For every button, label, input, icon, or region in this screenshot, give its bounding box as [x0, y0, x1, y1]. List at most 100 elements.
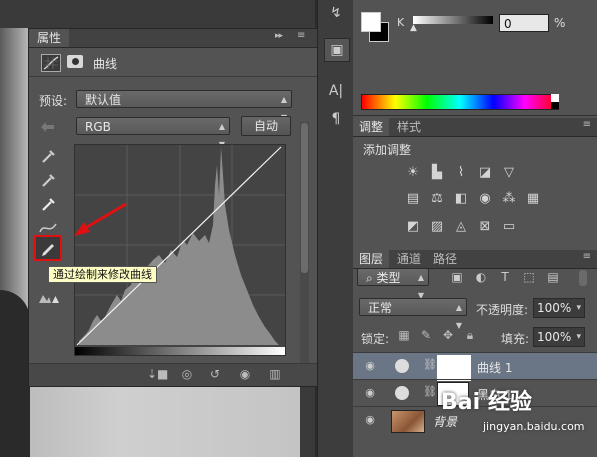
search-icon: ⌕	[366, 271, 377, 285]
link-icon[interactable]: ⛓	[423, 385, 437, 398]
gradient-map-icon[interactable]: ▭	[501, 219, 517, 235]
opacity-label: 不透明度:	[476, 303, 529, 317]
curves-graph[interactable]	[74, 144, 286, 356]
black-eyedropper-icon[interactable]	[37, 145, 59, 167]
panel-icon-strip: ↯ ▣ A| ¶	[317, 0, 354, 457]
exposure-icon[interactable]: ◪	[477, 165, 493, 181]
brightness-icon[interactable]: ☀	[405, 165, 421, 181]
gray-eyedropper-icon[interactable]	[37, 169, 59, 191]
properties-tabbar: 属性 ▸▸ ≡	[29, 29, 317, 48]
tab-paths[interactable]: 路径	[427, 250, 463, 268]
view-previous-icon[interactable]: ◎	[177, 367, 197, 383]
k-slider[interactable]	[413, 16, 493, 24]
levels-icon[interactable]: ▙	[429, 165, 445, 181]
tab-properties[interactable]: 属性	[29, 29, 70, 47]
lock-pixels-icon[interactable]: ✎	[419, 328, 433, 344]
posterize-icon[interactable]: ▨	[429, 219, 445, 235]
spectrum-white[interactable]	[551, 94, 559, 102]
fill-label: 填充:	[501, 332, 530, 346]
filter-pixel-icon[interactable]: ▣	[449, 270, 465, 286]
spectrum-black[interactable]	[551, 102, 559, 109]
hue-saturation-icon[interactable]: ▤	[405, 191, 421, 207]
layer-thumbnail[interactable]	[391, 410, 425, 433]
tab-styles[interactable]: 样式	[391, 118, 427, 136]
properties-header: 曲线	[29, 48, 317, 77]
collapse-icon[interactable]: ▸▸	[275, 31, 283, 41]
filter-toggle[interactable]	[579, 270, 587, 286]
trash-icon[interactable]: ▥	[265, 367, 285, 383]
clipping-warning-icon[interactable]	[37, 287, 59, 309]
tooltip: 通过绘制来修改曲线	[48, 266, 157, 283]
channel-select[interactable]: RGB ▲▼	[76, 117, 230, 149]
photo-filter-icon[interactable]: ◉	[477, 191, 493, 207]
white-eyedropper-icon[interactable]	[37, 193, 59, 215]
preset-select[interactable]: 默认值 ▲▼	[76, 90, 292, 122]
reset-icon[interactable]: ↺	[205, 367, 225, 383]
black-white-icon[interactable]: ◧	[453, 191, 469, 207]
watermark-url: jingyan.baidu.com	[483, 420, 585, 433]
clip-to-layer-icon[interactable]: ⇣■	[147, 367, 168, 383]
auto-button[interactable]: 自动	[241, 116, 291, 136]
adjustment-layer-icon	[395, 386, 409, 400]
opacity-value: 100%	[537, 301, 572, 315]
lock-position-icon[interactable]: ✥	[441, 328, 455, 344]
opacity-field[interactable]: 100% ▾	[533, 298, 585, 318]
layer-filter-select[interactable]: ⌕ 类型 ▲ ▼	[357, 268, 429, 300]
eye-icon[interactable]: ◉	[363, 359, 377, 372]
panel-menu-icon[interactable]: ≡	[583, 251, 591, 262]
threshold-icon[interactable]: ◬	[453, 219, 469, 235]
fill-field[interactable]: 100% ▾	[533, 327, 585, 347]
tab-channels[interactable]: 通道	[391, 250, 427, 268]
eye-icon[interactable]: ◉	[363, 413, 377, 426]
hand-icon[interactable]	[37, 115, 59, 137]
lock-all-icon[interactable]: 🔒︎	[463, 328, 477, 344]
color-spectrum[interactable]	[361, 94, 559, 110]
fill-value: 100%	[537, 330, 572, 344]
scrollbar-thumb[interactable]	[301, 123, 308, 273]
preset-value: 默认值	[85, 93, 122, 107]
color-balance-icon[interactable]: ⚖	[429, 191, 445, 207]
channel-value: RGB	[85, 120, 111, 134]
filter-value: 类型	[376, 271, 401, 285]
filter-shape-icon[interactable]: ⬚	[521, 270, 537, 286]
history-icon[interactable]: ↯	[324, 2, 348, 24]
dropdown-arrow-icon: ▾	[576, 332, 581, 342]
curves-adjustment-icon[interactable]	[41, 54, 61, 72]
color-lookup-icon[interactable]: ▦	[525, 191, 541, 207]
invert-icon[interactable]: ◩	[405, 219, 421, 235]
filter-adjustment-icon[interactable]: ◐	[473, 270, 489, 286]
tab-adjustments[interactable]: 调整	[353, 118, 390, 136]
eye-icon[interactable]: ◉	[363, 386, 377, 399]
filter-smart-object-icon[interactable]: ▤	[545, 270, 561, 286]
curves-icon[interactable]: ⌇	[453, 165, 469, 181]
blend-mode-value: 正常	[368, 301, 393, 315]
visibility-icon[interactable]: ◉	[235, 367, 255, 383]
lock-transparent-icon[interactable]: ▦	[397, 328, 411, 344]
channel-mixer-icon[interactable]: ⁂	[501, 191, 517, 207]
properties-title: 曲线	[93, 57, 118, 71]
panel-menu-icon[interactable]: ≡	[297, 30, 305, 41]
link-icon[interactable]: ⛓	[423, 358, 437, 371]
blend-mode-select[interactable]: 正常 ▲ ▼	[359, 298, 467, 330]
tab-layers[interactable]: 图层	[353, 250, 390, 268]
vibrance-icon[interactable]: ▽	[501, 165, 517, 181]
watermark-logo: Bai 经验	[441, 390, 532, 415]
layer-name[interactable]: 曲线 1	[477, 359, 512, 376]
gradient-bar-horizontal	[75, 347, 285, 355]
properties-icon[interactable]: ▣	[324, 38, 350, 62]
k-label: K	[397, 16, 405, 29]
foreground-color-swatch[interactable]	[361, 12, 381, 32]
selective-color-icon[interactable]: ⊠	[477, 219, 493, 235]
filter-type-icon[interactable]: T	[497, 270, 513, 286]
annotation-arrow	[74, 202, 127, 236]
paragraph-icon[interactable]: ¶	[324, 108, 348, 130]
layer-mask-icon[interactable]	[67, 55, 83, 68]
layers-tabbar: 图层 通道 路径 ≡	[353, 250, 597, 269]
layer-mask-thumbnail[interactable]	[437, 355, 471, 381]
character-icon[interactable]: A|	[324, 80, 348, 102]
k-value-field[interactable]: 0	[499, 14, 549, 32]
panel-menu-icon[interactable]: ≡	[583, 119, 591, 130]
layer-row[interactable]: ◉ ⛓ 曲线 1	[353, 352, 597, 381]
pencil-icon[interactable]	[34, 235, 62, 261]
slider-handle-icon[interactable]: ▲	[410, 23, 417, 33]
